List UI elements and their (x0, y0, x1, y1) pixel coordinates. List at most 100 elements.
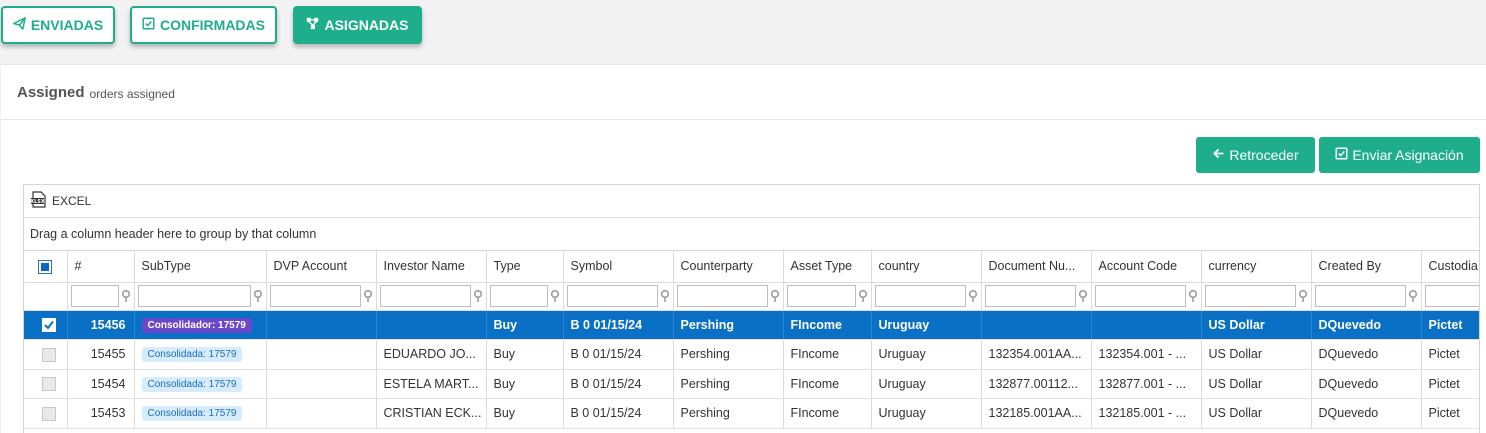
filter-id[interactable] (67, 282, 135, 311)
column-header-custodian[interactable]: Custodia (1421, 251, 1479, 283)
cell-subtype: Consolidada: 17579 (134, 398, 267, 429)
filter-input[interactable] (1204, 285, 1296, 307)
filter-pin-icon[interactable] (121, 290, 131, 302)
column-header-type[interactable]: Type (486, 251, 564, 283)
column-header-created-by[interactable]: Created By (1311, 251, 1422, 283)
cell-investor-name: CRISTIAN ECK... (376, 398, 487, 429)
row-checkbox[interactable] (24, 310, 68, 340)
filter-input[interactable] (786, 285, 856, 307)
subtype-badge: Consolidada: 17579 (141, 406, 243, 422)
cell-document-number: 132354.001AA... (981, 339, 1092, 370)
column-header-currency[interactable]: currency (1201, 251, 1312, 283)
top-tab-bar: ENVIADAS CONFIRMADAS ASIGNADAS (0, 0, 1486, 64)
filter-custodian[interactable] (1421, 282, 1479, 311)
filter-pin-icon[interactable] (1408, 290, 1418, 302)
filter-created-by[interactable] (1311, 282, 1422, 311)
filter-pin-icon[interactable] (858, 290, 868, 302)
filter-input[interactable] (269, 285, 361, 307)
cell-subtype: Consolidada: 17579 (134, 369, 267, 399)
cell-investor-name: ESTELA MART... (376, 369, 487, 399)
filter-asset-type[interactable] (783, 282, 872, 311)
tab-confirmadas-label: CONFIRMADAS (160, 17, 265, 33)
filter-subtype[interactable] (134, 282, 267, 311)
orders-table: # SubType DVP Account Investor Name Type… (24, 251, 1479, 429)
filter-input[interactable] (676, 285, 768, 307)
tab-asignadas[interactable]: ASIGNADAS (293, 6, 422, 44)
excel-export-button[interactable]: XLSX EXCEL (30, 191, 91, 211)
cell-document-number: 132877.00112... (981, 369, 1092, 399)
filter-pin-icon[interactable] (253, 290, 263, 302)
cell-dvp-account (266, 369, 377, 399)
filter-document-number[interactable] (981, 282, 1092, 311)
column-header-document-number[interactable]: Document Nu... (981, 251, 1092, 283)
filter-investor-name[interactable] (376, 282, 487, 311)
filter-account-code[interactable] (1091, 282, 1202, 311)
column-header-counterparty[interactable]: Counterparty (673, 251, 784, 283)
filter-input[interactable] (1424, 285, 1479, 307)
send-assignment-button[interactable]: Enviar Asignación (1319, 137, 1480, 173)
filter-country[interactable] (871, 282, 982, 311)
table-row[interactable]: 15454 Consolidada: 17579 ESTELA MART... … (24, 369, 1479, 399)
column-header-asset-type[interactable]: Asset Type (783, 251, 872, 283)
back-button[interactable]: Retroceder (1196, 137, 1315, 173)
filter-input[interactable] (137, 285, 251, 307)
filter-input[interactable] (489, 285, 548, 307)
select-all-checkbox[interactable] (24, 251, 68, 283)
panel-header: Assigned orders assigned (1, 65, 1486, 120)
cell-document-number: 132185.001AA... (981, 398, 1092, 429)
cell-counterparty: Pershing (673, 339, 784, 370)
filter-dvp-account[interactable] (266, 282, 377, 311)
filter-input[interactable] (70, 285, 119, 307)
tab-enviadas[interactable]: ENVIADAS (1, 6, 115, 44)
column-header-symbol[interactable]: Symbol (563, 251, 674, 283)
filter-pin-icon[interactable] (1188, 290, 1198, 302)
cell-currency: US Dollar (1201, 369, 1312, 399)
cell-symbol: B 0 01/15/24 (563, 369, 674, 399)
filter-input[interactable] (1094, 285, 1186, 307)
cell-created-by: DQuevedo (1311, 369, 1422, 399)
table-row[interactable]: 15453 Consolidada: 17579 CRISTIAN ECK...… (24, 398, 1479, 429)
table-row[interactable]: 15455 Consolidada: 17579 EDUARDO JO... B… (24, 339, 1479, 370)
filter-cell-empty (24, 282, 68, 311)
svg-text:XLSX: XLSX (30, 199, 45, 205)
send-assignment-label: Enviar Asignación (1352, 147, 1464, 163)
tab-confirmadas[interactable]: CONFIRMADAS (130, 6, 277, 44)
filter-input[interactable] (379, 285, 471, 307)
filter-pin-icon[interactable] (1298, 290, 1308, 302)
cell-type: Buy (486, 398, 564, 429)
filter-input[interactable] (984, 285, 1076, 307)
column-header-investor-name[interactable]: Investor Name (376, 251, 487, 283)
filter-symbol[interactable] (563, 282, 674, 311)
row-checkbox[interactable] (24, 398, 68, 429)
filter-counterparty[interactable] (673, 282, 784, 311)
filter-pin-icon[interactable] (473, 290, 483, 302)
filter-pin-icon[interactable] (363, 290, 373, 302)
column-header-subtype[interactable]: SubType (134, 251, 267, 283)
row-checkbox[interactable] (24, 369, 68, 399)
cell-id: 15454 (67, 369, 135, 399)
column-header-id[interactable]: # (67, 251, 135, 283)
filter-pin-icon[interactable] (550, 290, 560, 302)
group-by-panel[interactable]: Drag a column header here to group by th… (24, 218, 1479, 251)
cell-country: Uruguay (871, 310, 982, 340)
table-row[interactable]: 15456 Consolidador: 17579 Buy B 0 01/15/… (24, 310, 1479, 340)
cell-asset-type: FIncome (783, 398, 872, 429)
filter-pin-icon[interactable] (1078, 290, 1088, 302)
filter-input[interactable] (874, 285, 966, 307)
filter-pin-icon[interactable] (968, 290, 978, 302)
filter-input[interactable] (1314, 285, 1406, 307)
column-header-country[interactable]: country (871, 251, 982, 283)
cell-account-code: 132354.001 - ... (1091, 339, 1202, 370)
filter-pin-icon[interactable] (770, 290, 780, 302)
tab-enviadas-label: ENVIADAS (30, 17, 104, 33)
column-header-dvp-account[interactable]: DVP Account (266, 251, 377, 283)
cell-custodian: Pictet (1421, 310, 1479, 340)
cell-currency: US Dollar (1201, 398, 1312, 429)
filter-type[interactable] (486, 282, 564, 311)
row-checkbox[interactable] (24, 339, 68, 370)
column-header-account-code[interactable]: Account Code (1091, 251, 1202, 283)
filter-input[interactable] (566, 285, 658, 307)
filter-pin-icon[interactable] (660, 290, 670, 302)
cell-counterparty: Pershing (673, 398, 784, 429)
filter-currency[interactable] (1201, 282, 1312, 311)
